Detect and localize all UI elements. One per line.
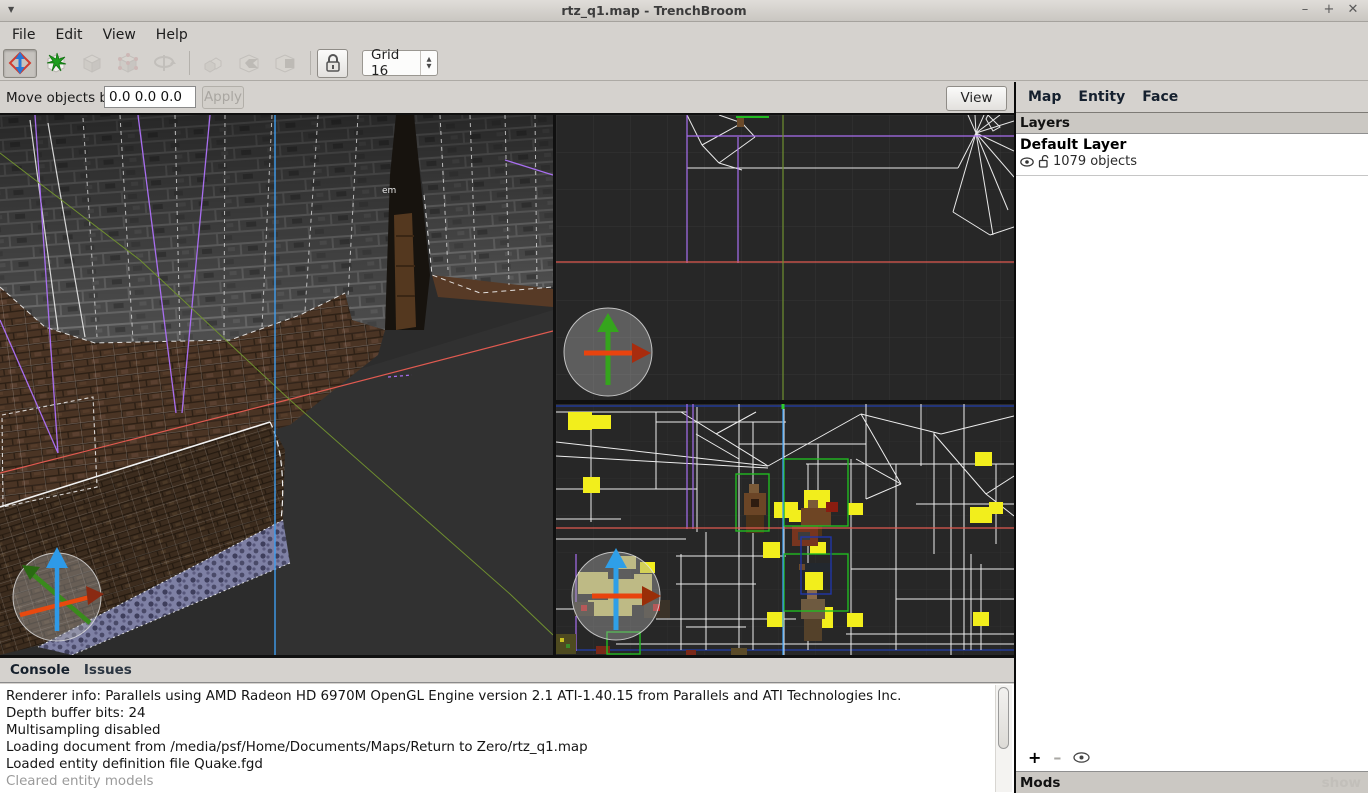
tool-bar: Grid 16 ▲▼ <box>0 46 1368 81</box>
grid-size-value: Grid 16 <box>363 47 420 79</box>
csg-subtract-button <box>232 49 266 78</box>
trenchbroom-window: ▼ rtz_q1.map - TrenchBroom – + ✕ File Ed… <box>0 0 1368 793</box>
axis-gizmo-top <box>564 308 652 396</box>
menu-edit[interactable]: Edit <box>45 25 92 45</box>
console-line: Depth buffer bits: 24 <box>6 705 1008 722</box>
csg-convex-merge-icon <box>201 51 225 75</box>
close-button[interactable]: ✕ <box>1346 2 1360 17</box>
entity-label-3d: em <box>382 186 396 196</box>
viewport-2d-bottom[interactable] <box>556 404 1014 655</box>
entity-sprite-top <box>737 118 744 127</box>
title-bar: ▼ rtz_q1.map - TrenchBroom – + ✕ <box>0 0 1368 22</box>
texture-lock-button[interactable] <box>317 49 348 78</box>
layers-title: Layers <box>1020 115 1070 131</box>
minimize-button[interactable]: – <box>1298 2 1312 17</box>
add-layer-button[interactable]: + <box>1028 748 1041 767</box>
tab-issues[interactable]: Issues <box>84 662 132 678</box>
create-brush-tool-button[interactable] <box>39 49 73 78</box>
layers-header: Layers <box>1016 113 1368 134</box>
grid-size-select[interactable]: Grid 16 ▲▼ <box>362 50 438 76</box>
csg-convex-merge-button <box>196 49 230 78</box>
mods-header: Mods show <box>1016 771 1368 793</box>
rotate-tool-icon <box>151 51 177 75</box>
layer-object-count: 1079 objects <box>1053 154 1137 169</box>
tab-entity[interactable]: Entity <box>1078 89 1125 105</box>
move-objects-input[interactable] <box>104 86 196 108</box>
layer-unlocked-icon[interactable] <box>1038 155 1049 168</box>
inspector-panel: Map Entity Face Layers Default Layer 107… <box>1014 82 1368 793</box>
layer-name: Default Layer <box>1020 137 1368 153</box>
vertex-tool-button <box>111 49 145 78</box>
menu-view[interactable]: View <box>93 25 146 45</box>
console-line: Renderer info: Parallels using AMD Radeo… <box>6 688 1008 705</box>
move-objects-bar: Move objects by Apply View <box>0 82 1014 113</box>
menu-help[interactable]: Help <box>146 25 198 45</box>
viewport-2d-top[interactable] <box>556 115 1014 400</box>
console-scrollbar[interactable] <box>995 685 1012 792</box>
console-tab-bar: Console Issues <box>0 658 1014 683</box>
viewport-3d[interactable]: em <box>0 115 553 655</box>
csg-subtract-icon <box>237 51 261 75</box>
texture-lock-icon <box>324 53 342 73</box>
toggle-visibility-button[interactable] <box>1073 752 1090 763</box>
console-line: Loaded entity definition file Quake.fgd <box>6 756 1008 773</box>
mods-show-toggle[interactable]: show <box>1322 775 1361 791</box>
mods-title: Mods <box>1020 775 1060 791</box>
maximize-button[interactable]: + <box>1322 2 1336 17</box>
tab-face[interactable]: Face <box>1142 89 1178 105</box>
csg-intersect-button <box>268 49 302 78</box>
selection-tool-button[interactable] <box>3 49 37 78</box>
csg-intersect-icon <box>273 51 297 75</box>
vertex-tool-icon <box>116 51 140 75</box>
window-title: rtz_q1.map - TrenchBroom <box>0 3 1308 18</box>
layer-visible-icon[interactable] <box>1020 157 1034 167</box>
view-dropdown-button[interactable]: View <box>946 86 1007 111</box>
toolbar-separator <box>310 51 311 75</box>
tab-console[interactable]: Console <box>10 662 70 678</box>
console-log[interactable]: Renderer info: Parallels using AMD Radeo… <box>0 684 1014 793</box>
console-line: Multisampling disabled <box>6 722 1008 739</box>
create-brush-tool-icon <box>44 51 68 75</box>
layers-footer: + – <box>1018 745 1368 770</box>
selection-tool-icon <box>8 51 32 75</box>
grid-size-spinner[interactable]: ▲▼ <box>420 51 437 75</box>
tab-map[interactable]: Map <box>1028 89 1061 105</box>
console-line: Cleared entity models <box>6 773 1008 790</box>
menu-bar: File Edit View Help <box>0 23 1368 46</box>
rotate-tool-button <box>147 49 181 78</box>
clip-tool-button <box>75 49 109 78</box>
toolbar-separator <box>189 51 190 75</box>
clip-tool-icon <box>80 51 104 75</box>
console-line: Loading document from /media/psf/Home/Do… <box>6 739 1008 756</box>
layer-row-default[interactable]: Default Layer 1079 objects <box>1016 134 1368 176</box>
scrollbar-thumb[interactable] <box>998 687 1009 749</box>
move-objects-label: Move objects by <box>6 90 116 106</box>
apply-button: Apply <box>202 86 244 109</box>
inspector-tab-bar: Map Entity Face <box>1016 82 1368 113</box>
remove-layer-button: – <box>1053 748 1061 767</box>
menu-file[interactable]: File <box>2 25 45 45</box>
